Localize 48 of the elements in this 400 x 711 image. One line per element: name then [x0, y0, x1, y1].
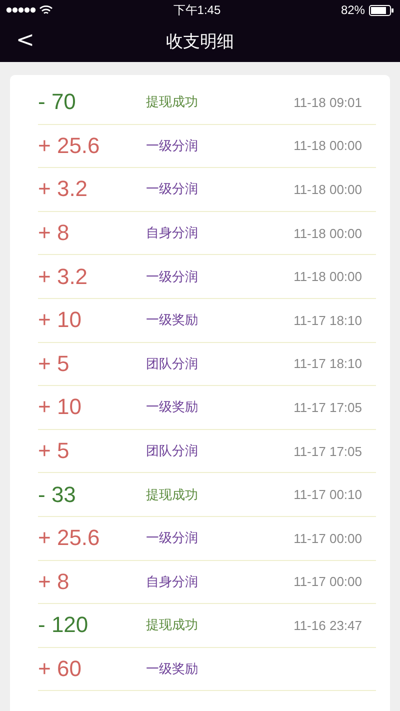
amount: + 25.6	[38, 525, 101, 552]
record-time: 11-16 23:47	[292, 618, 363, 633]
signal-icon	[6, 6, 36, 14]
amount: + 10	[38, 394, 82, 420]
category-label: 一级奖励	[146, 660, 199, 678]
amount: + 3.2	[38, 264, 89, 290]
record-time: 11-17 00:10	[292, 487, 363, 502]
amount: - 33	[38, 482, 77, 508]
category-label: 一级分润	[146, 268, 199, 286]
category-label: 自身分润	[146, 224, 199, 242]
amount: - 70	[38, 89, 77, 116]
record-time: 11-17 18:10	[292, 356, 363, 372]
amount: + 8	[38, 220, 70, 246]
record-time: 11-18 00:00	[292, 269, 363, 284]
category-label: 提现成功	[146, 486, 199, 504]
category-label: 自身分润	[146, 572, 199, 591]
amount: + 8	[38, 568, 70, 595]
category-label: 提现成功	[146, 93, 199, 112]
amount: + 10	[38, 307, 82, 334]
amount: + 5	[38, 350, 70, 377]
record-time: 11-17 00:00	[292, 574, 363, 590]
record-time: 11-17 17:05	[292, 444, 363, 459]
category-label: 一级分润	[146, 529, 199, 548]
amount: + 5	[38, 438, 70, 464]
category-label: 一级分润	[146, 136, 199, 155]
amount: - 120	[38, 612, 90, 638]
page-title: 收支明细	[166, 30, 234, 52]
category-label: 团队分润	[146, 354, 199, 373]
battery-percent: 82%	[340, 3, 365, 17]
amount: + 3.2	[38, 176, 89, 202]
status-time: 下午1:45	[173, 2, 221, 18]
record-time: 11-18 00:00	[292, 226, 363, 241]
category-label: 一级奖励	[146, 398, 199, 416]
category-label: 团队分润	[146, 442, 199, 460]
record-time: 11-17 17:05	[292, 400, 363, 415]
record-time: 11-17 00:00	[292, 530, 363, 546]
back-button[interactable]: <	[12, 28, 38, 54]
record-time: 11-18 09:01	[292, 94, 363, 110]
wifi-icon	[39, 5, 53, 15]
amount: + 25.6	[38, 132, 101, 159]
category-label: 一级分润	[146, 180, 199, 198]
category-label: 提现成功	[146, 616, 199, 634]
record-time: 11-17 18:10	[292, 312, 363, 328]
category-label: 一级奖励	[146, 311, 199, 330]
battery-icon	[368, 4, 394, 16]
record-time: 11-18 00:00	[292, 182, 363, 197]
record-time: 11-18 00:00	[292, 138, 363, 154]
amount: + 60	[38, 656, 82, 682]
